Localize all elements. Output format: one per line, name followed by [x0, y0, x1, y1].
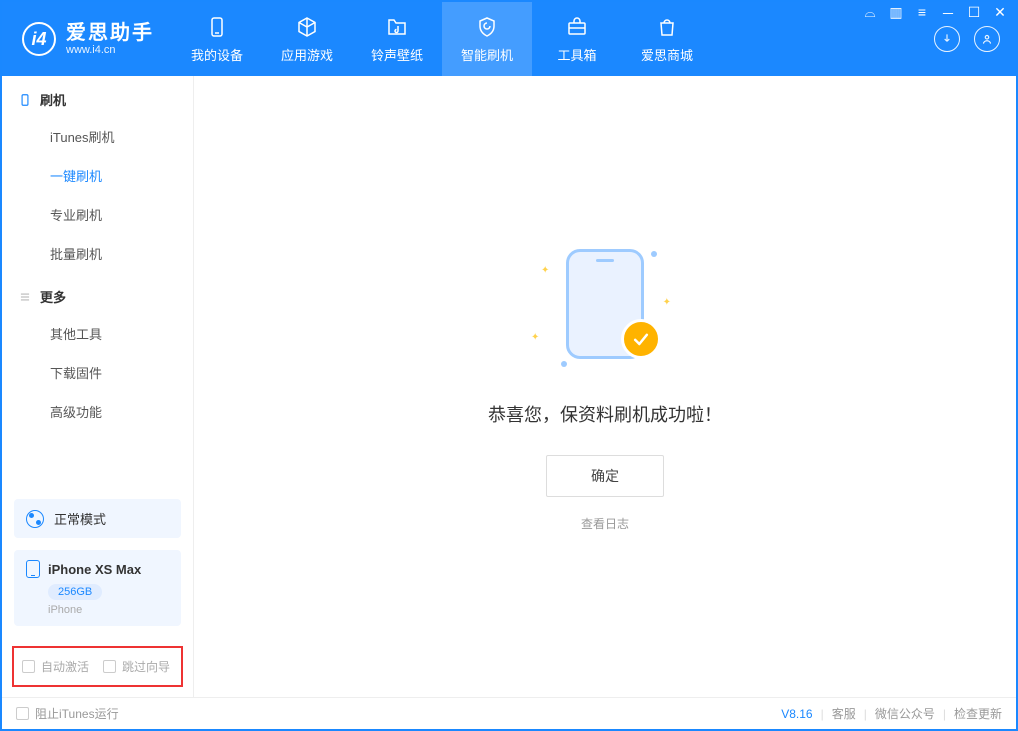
- close-button[interactable]: ✕: [992, 4, 1008, 24]
- checkbox-block-itunes[interactable]: 阻止iTunes运行: [16, 705, 119, 722]
- settings-icon[interactable]: ▥: [888, 4, 904, 24]
- sidebar-item-batch[interactable]: 批量刷机: [2, 234, 193, 273]
- window-controls: ⌓ ▥ ≡ － ☐ ✕: [862, 4, 1008, 24]
- sidebar-item-pro[interactable]: 专业刷机: [2, 195, 193, 234]
- shield-icon: [475, 15, 499, 39]
- bag-icon: [655, 15, 679, 39]
- logo-icon: i4: [22, 22, 56, 56]
- tab-apps[interactable]: 应用游戏: [262, 2, 352, 76]
- sidebar-item-firmware[interactable]: 下载固件: [2, 353, 193, 392]
- checkbox-icon: [103, 660, 116, 673]
- device-type: iPhone: [48, 604, 169, 616]
- sidebar-item-advanced[interactable]: 高级功能: [2, 392, 193, 431]
- cube-icon: [295, 15, 319, 39]
- main-content: ✦✦✦ 恭喜您，保资料刷机成功啦！ 确定 查看日志: [194, 76, 1016, 697]
- tab-ringtone[interactable]: 铃声壁纸: [352, 2, 442, 76]
- app-url: www.i4.cn: [66, 44, 154, 56]
- main-tabs: 我的设备 应用游戏 铃声壁纸 智能刷机 工具箱 爱思商城: [172, 2, 712, 76]
- download-button[interactable]: [934, 26, 960, 52]
- tab-toolbox[interactable]: 工具箱: [532, 2, 622, 76]
- list-icon: [18, 290, 32, 304]
- device-name: iPhone XS Max: [48, 562, 141, 577]
- sidebar-section-flash: 刷机: [2, 76, 193, 117]
- statusbar: 阻止iTunes运行 V8.16 | 客服 | 微信公众号 | 检查更新: [2, 697, 1016, 729]
- mode-card[interactable]: 正常模式: [14, 499, 181, 538]
- logo: i4 爱思助手 www.i4.cn: [2, 2, 172, 76]
- sidebar-item-other[interactable]: 其他工具: [2, 314, 193, 353]
- menu-icon[interactable]: ≡: [914, 4, 930, 24]
- maximize-button[interactable]: ☐: [966, 4, 982, 24]
- phone-icon: [205, 15, 229, 39]
- wechat-link[interactable]: 微信公众号: [875, 705, 935, 722]
- music-folder-icon: [385, 15, 409, 39]
- titlebar: ⌓ ▥ ≡ － ☐ ✕ i4 爱思助手 www.i4.cn 我的设备 应用游戏 …: [2, 2, 1016, 76]
- checkbox-auto-activate[interactable]: 自动激活: [22, 658, 89, 675]
- tab-flash[interactable]: 智能刷机: [442, 2, 532, 76]
- sidebar-item-itunes[interactable]: iTunes刷机: [2, 117, 193, 156]
- checkbox-icon: [22, 660, 35, 673]
- view-log-link[interactable]: 查看日志: [581, 515, 629, 532]
- tshirt-icon[interactable]: ⌓: [862, 4, 878, 24]
- support-link[interactable]: 客服: [832, 705, 856, 722]
- ok-button[interactable]: 确定: [546, 455, 664, 497]
- check-icon: [621, 319, 661, 359]
- checkbox-skip-guide[interactable]: 跳过向导: [103, 658, 170, 675]
- update-link[interactable]: 检查更新: [954, 705, 1002, 722]
- success-illustration: ✦✦✦: [525, 241, 685, 371]
- user-button[interactable]: [974, 26, 1000, 52]
- phone-outline-icon: [18, 93, 32, 107]
- checkbox-icon: [16, 707, 29, 720]
- app-name: 爱思助手: [66, 22, 154, 44]
- tab-device[interactable]: 我的设备: [172, 2, 262, 76]
- sidebar: 刷机 iTunes刷机 一键刷机 专业刷机 批量刷机 更多 其他工具 下载固件 …: [2, 76, 194, 697]
- sidebar-section-more: 更多: [2, 273, 193, 314]
- mode-icon: [26, 510, 44, 528]
- minimize-button[interactable]: －: [940, 4, 956, 24]
- device-card[interactable]: iPhone XS Max 256GB iPhone: [14, 550, 181, 626]
- version-label: V8.16: [781, 707, 812, 721]
- device-storage-badge: 256GB: [48, 584, 102, 600]
- sidebar-item-oneclick[interactable]: 一键刷机: [2, 156, 193, 195]
- options-highlight: 自动激活 跳过向导: [12, 646, 183, 687]
- body: 刷机 iTunes刷机 一键刷机 专业刷机 批量刷机 更多 其他工具 下载固件 …: [2, 76, 1016, 697]
- toolbox-icon: [565, 15, 589, 39]
- device-icon: [26, 560, 40, 578]
- tab-store[interactable]: 爱思商城: [622, 2, 712, 76]
- success-message: 恭喜您，保资料刷机成功啦！: [488, 401, 722, 427]
